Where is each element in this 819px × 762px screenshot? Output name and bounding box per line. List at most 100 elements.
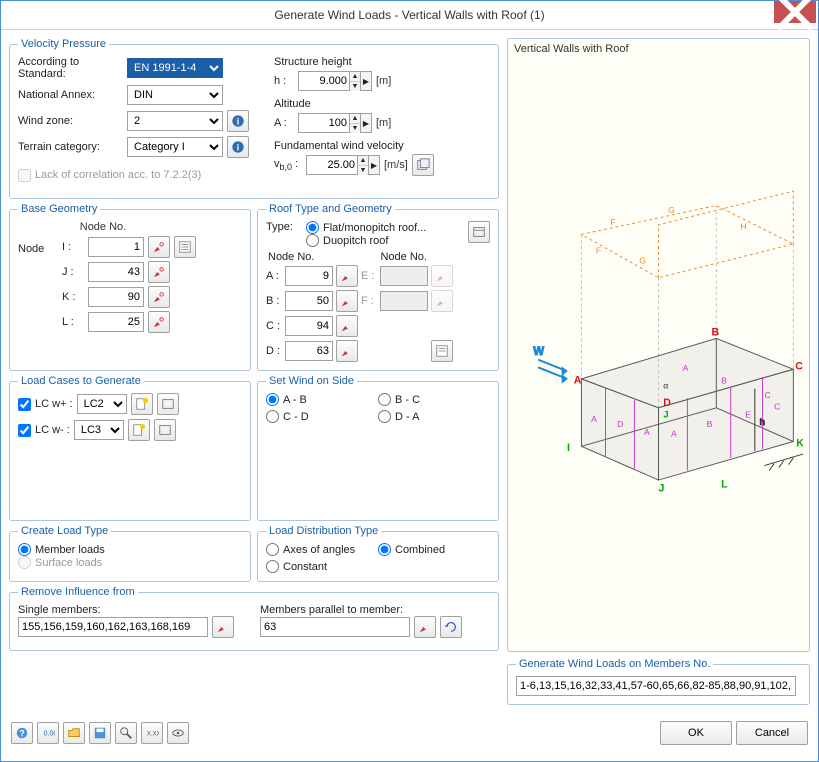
pick-node-K-button[interactable] bbox=[148, 286, 170, 308]
info-wind-zone-button[interactable]: i bbox=[227, 110, 249, 132]
legend-velocity-pressure: Velocity Pressure bbox=[18, 38, 109, 50]
radio-duopitch[interactable]: Duopitch roof bbox=[306, 234, 462, 247]
edit-lc-wp-button[interactable] bbox=[157, 393, 179, 415]
info-terrain-button[interactable]: i bbox=[227, 136, 249, 158]
select-lc-wm[interactable]: LC3 bbox=[74, 420, 124, 440]
spin-down-icon[interactable]: ▼ bbox=[350, 82, 360, 91]
spinner-altitude[interactable]: ▲▼ ▶ bbox=[298, 113, 372, 133]
edit-lc-wm-button[interactable] bbox=[154, 419, 176, 441]
radio-wind-ab[interactable]: A - B bbox=[266, 393, 378, 406]
header-roof-node-no-1: Node No. bbox=[268, 251, 314, 263]
roof-list-button[interactable] bbox=[431, 340, 453, 362]
cancel-button[interactable]: Cancel bbox=[736, 721, 808, 745]
select-standard[interactable]: EN 1991-1-4 bbox=[127, 58, 223, 78]
pick-node-I-button[interactable] bbox=[148, 236, 170, 258]
pick-roof-C-button[interactable] bbox=[336, 315, 358, 337]
roof-settings-button[interactable] bbox=[468, 221, 490, 243]
spin-step-icon[interactable]: ▶ bbox=[368, 156, 379, 174]
spin-up-icon[interactable]: ▲ bbox=[358, 156, 368, 166]
symbol-E: E : bbox=[361, 270, 377, 282]
legend-create-load-type: Create Load Type bbox=[18, 525, 111, 537]
pick-roof-D-button[interactable] bbox=[336, 340, 358, 362]
ok-button[interactable]: OK bbox=[660, 721, 732, 745]
clear-parallel-button[interactable] bbox=[440, 616, 462, 638]
unit-vb0: [m/s] bbox=[384, 159, 408, 171]
radio-wind-da[interactable]: D - A bbox=[378, 410, 490, 423]
precision-button[interactable]: X.XX bbox=[141, 722, 163, 744]
input-node-K[interactable] bbox=[88, 287, 144, 307]
radio-wind-cd[interactable]: C - D bbox=[266, 410, 378, 423]
pick-single-members-button[interactable] bbox=[212, 616, 234, 638]
checkbox-lack-correlation-input[interactable] bbox=[18, 169, 31, 182]
picker-icon bbox=[435, 294, 449, 308]
spin-up-icon[interactable]: ▲ bbox=[350, 72, 360, 82]
select-lc-wp[interactable]: LC2 bbox=[77, 394, 127, 414]
label-wind-zone: Wind zone: bbox=[18, 115, 123, 127]
units-button[interactable]: 0.00 bbox=[37, 722, 59, 744]
label-surface-loads: Surface loads bbox=[35, 557, 102, 569]
new-lc-wp-button[interactable] bbox=[131, 393, 153, 415]
spinner-height[interactable]: ▲▼ ▶ bbox=[298, 71, 372, 91]
symbol-D: D : bbox=[266, 345, 282, 357]
radio-constant[interactable]: Constant bbox=[266, 560, 378, 573]
radio-axes[interactable]: Axes of angles bbox=[266, 543, 378, 556]
spin-up-icon[interactable]: ▲ bbox=[350, 114, 360, 124]
input-node-J[interactable] bbox=[88, 262, 144, 282]
save-button[interactable] bbox=[89, 722, 111, 744]
checkbox-lc-wp[interactable]: LC w+ : bbox=[18, 398, 73, 411]
new-lc-wm-button[interactable] bbox=[128, 419, 150, 441]
input-altitude[interactable] bbox=[299, 114, 349, 132]
input-roof-D[interactable] bbox=[285, 341, 333, 361]
select-annex[interactable]: DIN bbox=[127, 85, 223, 105]
spin-down-icon[interactable]: ▼ bbox=[350, 124, 360, 133]
open-button[interactable] bbox=[63, 722, 85, 744]
select-wind-zone[interactable]: 2 bbox=[127, 111, 223, 131]
view-button[interactable] bbox=[167, 722, 189, 744]
input-generate-members[interactable] bbox=[516, 676, 796, 696]
label-roof-type: Type: bbox=[266, 221, 300, 233]
input-roof-A[interactable] bbox=[285, 266, 333, 286]
svg-text:?: ? bbox=[19, 729, 24, 739]
radio-combined[interactable]: Combined bbox=[378, 543, 490, 556]
spin-step-icon[interactable]: ▶ bbox=[360, 114, 371, 132]
svg-text:D: D bbox=[663, 397, 671, 409]
spinner-vb0[interactable]: ▲▼ ▶ bbox=[306, 155, 380, 175]
pick-node-J-button[interactable] bbox=[148, 261, 170, 283]
radio-member-loads[interactable]: Member loads bbox=[18, 543, 242, 556]
label-duopitch: Duopitch roof bbox=[323, 235, 388, 247]
input-parallel-members[interactable] bbox=[260, 617, 410, 637]
label-member-loads: Member loads bbox=[35, 544, 105, 556]
label-annex: National Annex: bbox=[18, 89, 123, 101]
input-roof-C[interactable] bbox=[285, 316, 333, 336]
group-roof-type: Roof Type and Geometry Type: Flat/monopi… bbox=[257, 203, 499, 371]
select-terrain[interactable]: Category I bbox=[127, 137, 223, 157]
list-node-I-button[interactable] bbox=[174, 236, 196, 258]
header-roof-node-no-2: Node No. bbox=[380, 251, 426, 263]
radio-flat-roof[interactable]: Flat/monopitch roof... bbox=[306, 221, 462, 234]
spin-step-icon[interactable]: ▶ bbox=[360, 72, 371, 90]
input-vb0[interactable] bbox=[307, 156, 357, 174]
input-node-L[interactable] bbox=[88, 312, 144, 332]
zoom-button[interactable] bbox=[115, 722, 137, 744]
help-button[interactable]: ? bbox=[11, 722, 33, 744]
pick-vb0-button[interactable] bbox=[412, 154, 434, 176]
input-node-I[interactable] bbox=[88, 237, 144, 257]
pick-roof-A-button[interactable] bbox=[336, 265, 358, 287]
svg-text:E: E bbox=[745, 409, 751, 419]
settings-icon bbox=[472, 225, 486, 239]
label-node: Node bbox=[18, 221, 52, 255]
spin-down-icon[interactable]: ▼ bbox=[358, 166, 368, 175]
pick-parallel-members-button[interactable] bbox=[414, 616, 436, 638]
input-roof-B[interactable] bbox=[285, 291, 333, 311]
units-icon: 0.00 bbox=[41, 726, 55, 740]
checkbox-lack-correlation[interactable]: Lack of correlation acc. to 7.2.2(3) bbox=[18, 164, 258, 186]
pick-node-L-button[interactable] bbox=[148, 311, 170, 333]
pick-roof-F-button bbox=[431, 290, 453, 312]
pick-roof-B-button[interactable] bbox=[336, 290, 358, 312]
close-button[interactable] bbox=[774, 1, 816, 23]
input-single-members[interactable] bbox=[18, 617, 208, 637]
input-height[interactable] bbox=[299, 72, 349, 90]
radio-wind-bc[interactable]: B - C bbox=[378, 393, 490, 406]
label-fund-velocity: Fundamental wind velocity bbox=[274, 140, 434, 152]
checkbox-lc-wm[interactable]: LC w- : bbox=[18, 424, 70, 437]
